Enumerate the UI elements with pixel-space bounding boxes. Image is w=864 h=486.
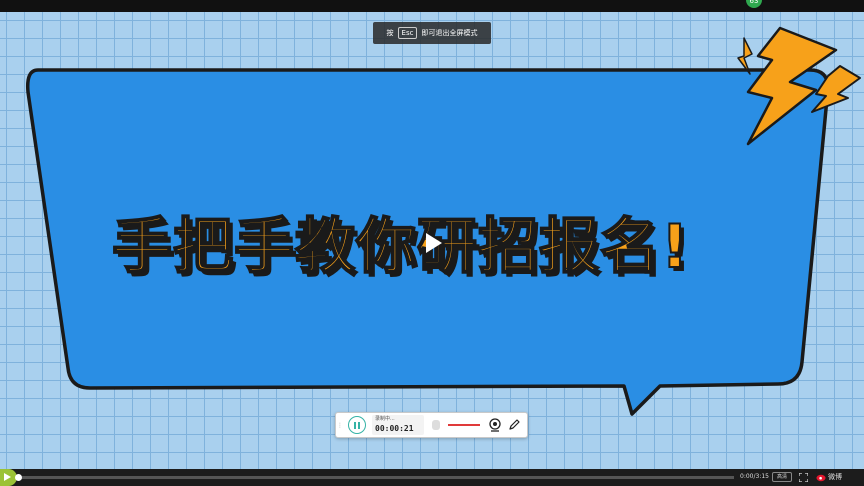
pen-annotate-icon[interactable] (508, 419, 520, 431)
webcam-icon[interactable] (488, 418, 502, 432)
pause-recording-button[interactable] (348, 416, 366, 434)
drag-handle-icon[interactable]: ⋮ (336, 413, 344, 437)
esc-hint-prefix: 按 (386, 29, 394, 37)
notification-badge[interactable]: 63 (746, 0, 762, 8)
top-bar: 63 (0, 0, 864, 12)
center-play-icon[interactable] (420, 230, 446, 256)
weibo-share-label[interactable]: 微博 (828, 472, 842, 482)
recording-status: 录制中... (375, 416, 395, 422)
screen-recorder-panel: ⋮ 录制中... 00:00:21 (335, 412, 528, 438)
progress-bar[interactable] (15, 474, 734, 481)
progress-knob[interactable] (15, 474, 22, 481)
quality-button[interactable]: 高清 (772, 472, 792, 482)
fullscreen-icon[interactable] (799, 473, 808, 482)
microphone-icon[interactable] (432, 420, 440, 430)
recording-timer: 录制中... 00:00:21 (372, 415, 424, 435)
recording-elapsed: 00:00:21 (375, 424, 414, 433)
time-display: 0:00/3:15 (740, 473, 769, 480)
fullscreen-exit-hint: 按 Esc 即可退出全屏模式 (373, 22, 491, 44)
esc-key-label: Esc (397, 27, 418, 39)
weibo-icon[interactable] (816, 472, 827, 482)
esc-hint-suffix: 即可退出全屏模式 (421, 29, 478, 37)
video-stage[interactable]: 按 Esc 即可退出全屏模式 手把手教你研招报名! ⋮ 录制中... 00:00… (0, 12, 864, 469)
audio-level-bar (448, 424, 480, 426)
player-controls: 0:00/3:15 高清 微博 (0, 469, 864, 486)
